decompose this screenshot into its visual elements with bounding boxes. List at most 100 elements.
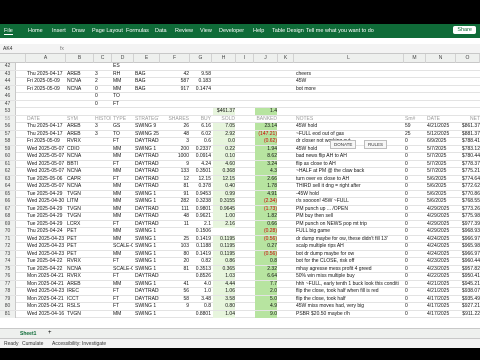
col-n[interactable]: N bbox=[426, 54, 456, 63]
col-l[interactable]: L bbox=[294, 54, 404, 63]
tab-home[interactable]: Home bbox=[28, 28, 43, 34]
row-number[interactable]: 77 bbox=[0, 280, 16, 288]
col-h[interactable]: H bbox=[212, 54, 236, 63]
cell-nn[interactable]: 4/22/2025 bbox=[427, 273, 455, 280]
row-number[interactable]: 81 bbox=[0, 310, 16, 318]
cell-t[interactable]: GS bbox=[113, 123, 133, 130]
cell-so[interactable]: 0.2337 bbox=[191, 146, 211, 153]
cell-s[interactable]: NCNA bbox=[67, 153, 93, 160]
row-number[interactable]: 46 bbox=[0, 93, 16, 100]
cell-t[interactable]: MM bbox=[113, 251, 133, 258]
cell-bk[interactable]: 0.3155 bbox=[213, 198, 235, 205]
cell-c[interactable] bbox=[95, 228, 111, 235]
cell-d[interactable]: Wed 2025-05-07 bbox=[27, 146, 66, 153]
cell-t[interactable]: MM bbox=[113, 86, 133, 93]
cell-s[interactable] bbox=[67, 63, 93, 70]
cell-note[interactable]: turn over ex close to AH bbox=[296, 176, 402, 183]
table-row[interactable]: 66 Wed 2025-04-30 LITM MM SWING 1 282 0.3238 0.… bbox=[0, 198, 480, 206]
cell-so[interactable]: 0.3238 bbox=[191, 198, 211, 205]
cell-b[interactable]: 111 bbox=[161, 206, 189, 213]
cell-d[interactable]: Thu 2025-04-17 bbox=[27, 71, 66, 78]
cell-s[interactable] bbox=[67, 108, 93, 115]
cell-o[interactable]: $778.37 bbox=[457, 161, 480, 168]
tab-view[interactable]: View bbox=[200, 28, 212, 34]
cell-o[interactable]: $957.82 bbox=[457, 266, 480, 273]
cell-nn[interactable]: 5/7/2025 bbox=[427, 153, 455, 160]
cell-d[interactable]: Thu 2025-04-17 bbox=[27, 131, 66, 138]
cell-o[interactable]: $950.41 bbox=[457, 273, 480, 280]
cell-note[interactable]: ~FULL eod out of gas bbox=[296, 131, 402, 138]
cell-c[interactable] bbox=[95, 168, 111, 175]
cell-t[interactable]: TYPE bbox=[113, 116, 133, 123]
row-number[interactable]: 71 bbox=[0, 235, 16, 243]
table-row[interactable]: 60 Wed 2025-05-07NCNA MMDAYTRADE10000.0914… bbox=[0, 153, 480, 161]
cell-note[interactable]: flip as close to AH bbox=[296, 161, 402, 168]
cell-o[interactable]: $977.39 bbox=[457, 221, 480, 228]
tab-review[interactable]: Review bbox=[175, 28, 193, 34]
cell-t[interactable]: FT bbox=[113, 273, 133, 280]
cell-t[interactable] bbox=[113, 108, 133, 115]
cell-o[interactable] bbox=[457, 93, 480, 100]
cell-k[interactable]: 0.27 bbox=[255, 243, 277, 250]
table-row[interactable]: 71 Wed 2025-04-23 PET MM SWING 1 25 0.1419 0.11… bbox=[0, 235, 480, 243]
cell-o[interactable]: $788.41 bbox=[457, 138, 480, 145]
row-number[interactable]: 42 bbox=[0, 63, 16, 70]
cell-bk[interactable]: 0.40 bbox=[213, 183, 235, 190]
cell-note[interactable]: 45W bbox=[296, 78, 402, 85]
cell-s[interactable]: PET bbox=[67, 236, 93, 243]
cell-so[interactable]: 0.8526 bbox=[191, 273, 211, 280]
row-number[interactable]: 57 bbox=[0, 130, 16, 138]
cell-t[interactable]: SCALE-OT bbox=[113, 266, 133, 273]
cell-m[interactable]: 0 bbox=[405, 206, 425, 213]
cell-so[interactable] bbox=[191, 101, 211, 108]
cell-nn[interactable]: 6/9/2025 bbox=[427, 138, 455, 145]
cell-b[interactable]: 587 bbox=[161, 78, 189, 85]
status-accessibility[interactable]: Accessibility: Investigate bbox=[52, 341, 106, 347]
cell-bk[interactable]: $461.37 bbox=[213, 108, 235, 115]
table-row[interactable]: 42 ES bbox=[0, 63, 480, 71]
row-number[interactable]: 45 bbox=[0, 85, 16, 93]
row-number[interactable]: 74 bbox=[0, 258, 16, 265]
cell-sh[interactable]: DAYTRADE bbox=[135, 168, 159, 175]
cell-t[interactable]: ES bbox=[113, 63, 133, 70]
cell-bk[interactable]: 0.1195 bbox=[213, 243, 235, 250]
cell-d[interactable]: Wed 2025-04-30 bbox=[27, 198, 66, 205]
cell-note[interactable]: r/s soooon! 45W ~FULL bbox=[296, 198, 402, 205]
cell-k[interactable] bbox=[255, 78, 277, 85]
cell-c[interactable] bbox=[95, 108, 111, 115]
cell-t[interactable]: FT bbox=[113, 176, 133, 183]
cell-note[interactable]: 45W miss moves had, very big bbox=[296, 303, 402, 310]
cell-c[interactable] bbox=[95, 176, 111, 183]
cell-d[interactable]: Tue 2025-04-22 bbox=[27, 258, 66, 265]
cell-o[interactable]: $770.86 bbox=[457, 191, 480, 198]
cell-note[interactable]: PM buy then sell bbox=[296, 213, 402, 220]
tab-developer[interactable]: Developer bbox=[219, 28, 244, 34]
cell-d[interactable] bbox=[27, 63, 66, 70]
donate-button[interactable]: DONATE bbox=[330, 140, 357, 149]
cell-m[interactable]: 0 bbox=[405, 153, 425, 160]
cell-m[interactable]: 0 bbox=[405, 183, 425, 190]
cell-m[interactable]: 0 bbox=[405, 198, 425, 205]
cell-c[interactable] bbox=[95, 161, 111, 168]
table-row[interactable]: 73 Wed 2025-04-23 PET MM SWING 1 80 0.1419 0.11… bbox=[0, 250, 480, 258]
col-b[interactable]: B bbox=[66, 54, 94, 63]
cell-sh[interactable]: SWING 1 bbox=[135, 243, 159, 250]
cell-s[interactable]: CDIO bbox=[67, 146, 93, 153]
cell-nn[interactable]: DATE bbox=[427, 116, 455, 123]
cell-sh[interactable]: DAYTRADE bbox=[135, 176, 159, 183]
table-row[interactable]: 74 Tue 2025-04-22 RVRX FT SWING 1 20 0.82 0.86 0… bbox=[0, 258, 480, 266]
cell-nn[interactable]: 5/6/2025 bbox=[427, 191, 455, 198]
cell-s[interactable]: NCNA bbox=[67, 86, 93, 93]
cell-c[interactable] bbox=[95, 296, 111, 303]
table-row[interactable]: 65 Tue 2025-04-29 TVGN MM SWING 1 91 0.9453 0.9… bbox=[0, 190, 480, 198]
cell-bk[interactable]: 0.0 bbox=[213, 138, 235, 145]
cell-s[interactable]: AREB bbox=[67, 71, 93, 78]
cell-k[interactable]: 7.7 bbox=[255, 280, 277, 288]
cell-nn[interactable] bbox=[427, 63, 455, 70]
cell-o[interactable] bbox=[457, 78, 480, 85]
cell-s[interactable]: RVRX bbox=[67, 258, 93, 265]
table-row[interactable]: 63Tue 2025-05-06CAPRFTDAYTRADE1212.1512.… bbox=[0, 175, 480, 183]
cell-sh[interactable]: BAG bbox=[135, 86, 159, 93]
cell-so[interactable]: 0.9801 bbox=[191, 206, 211, 213]
cell-b[interactable]: 200 bbox=[161, 146, 189, 153]
